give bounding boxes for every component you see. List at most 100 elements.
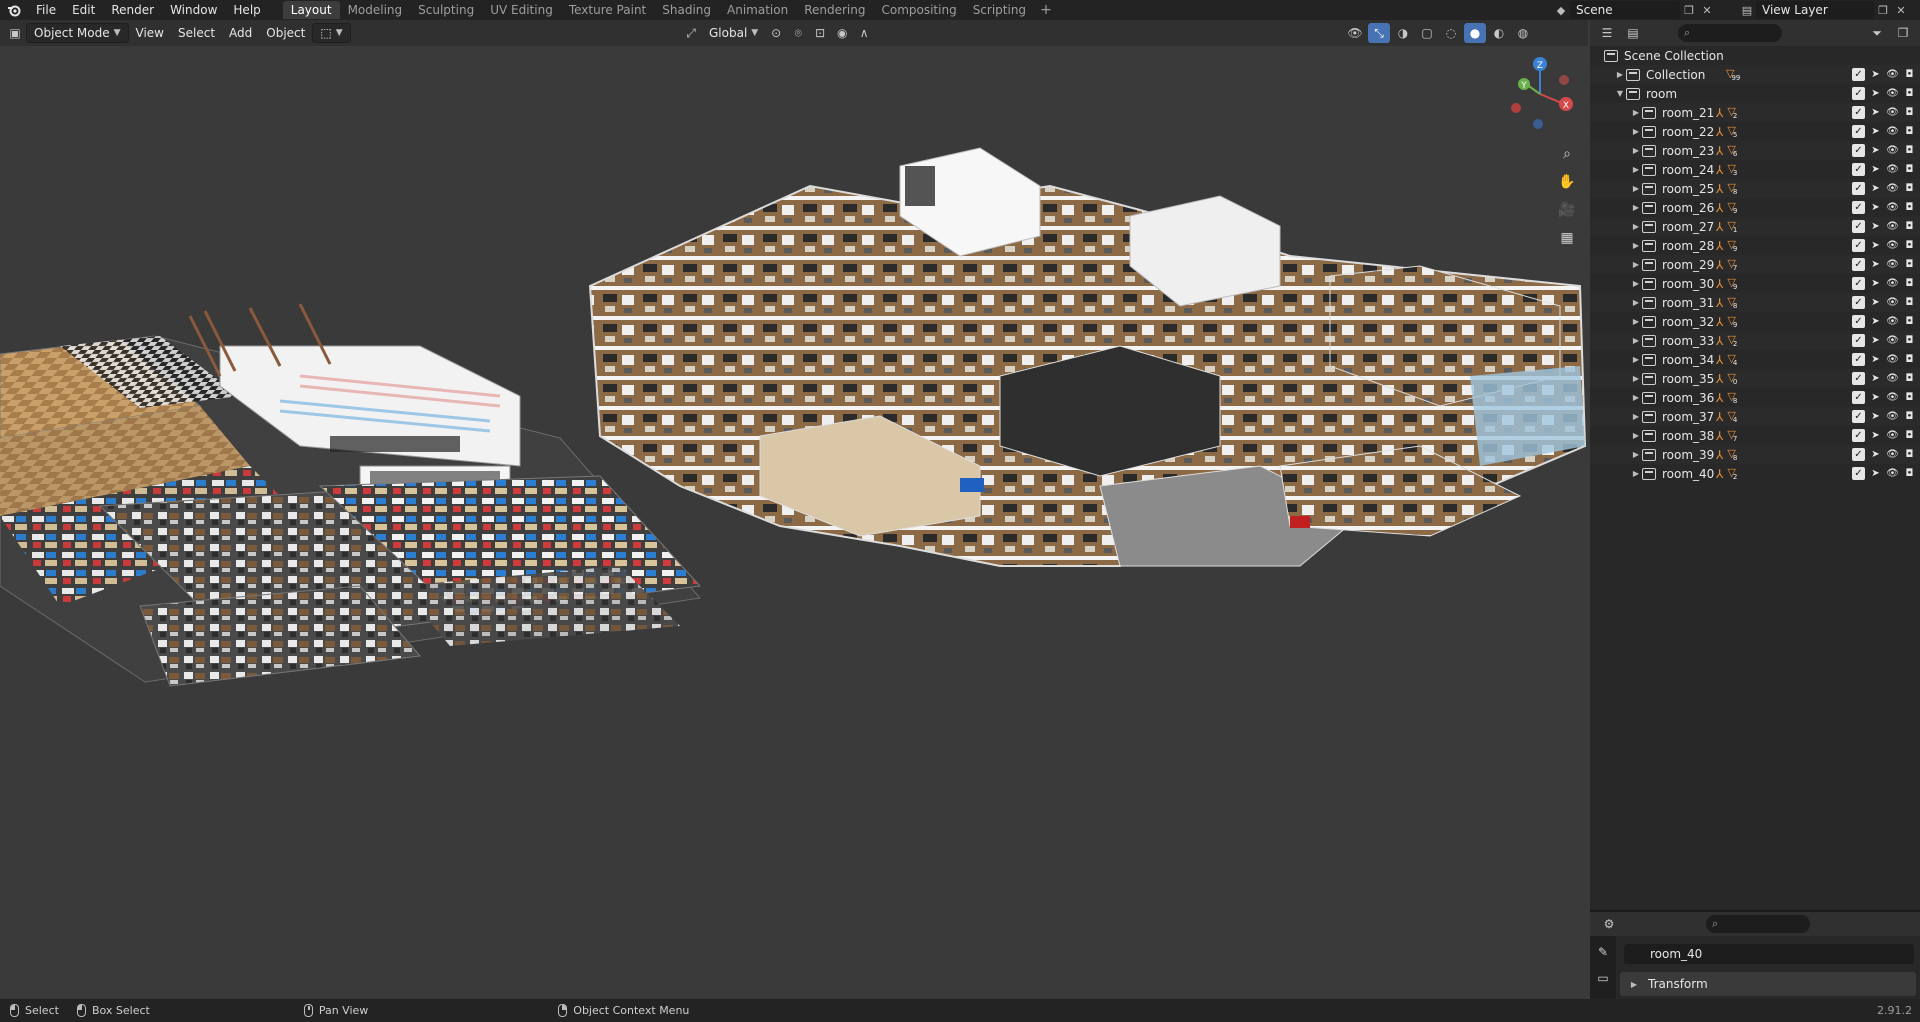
render-tab-icon[interactable]: ▭ xyxy=(1593,968,1613,988)
exclude-checkbox[interactable]: ✓ xyxy=(1852,467,1865,480)
collapse-arrow-icon[interactable]: ▼ xyxy=(1614,89,1626,98)
eye-icon[interactable]: 👁 xyxy=(1886,144,1899,157)
tab-uv-editing[interactable]: UV Editing xyxy=(482,1,561,19)
exclude-checkbox[interactable]: ✓ xyxy=(1852,296,1865,309)
falloff-icon[interactable]: ∧ xyxy=(853,23,875,43)
render-camera-icon[interactable]: ◘ xyxy=(1903,125,1916,138)
expand-arrow-icon[interactable]: ▶ xyxy=(1630,469,1642,478)
selectable-icon[interactable]: ➤ xyxy=(1869,315,1882,328)
eye-icon[interactable]: 👁 xyxy=(1886,448,1899,461)
render-camera-icon[interactable]: ◘ xyxy=(1903,467,1916,480)
eye-icon[interactable]: 👁 xyxy=(1886,429,1899,442)
room-row[interactable]: ▶ room_35 ⅄ ▽0 ✓ ➤ 👁 ◘ xyxy=(1590,369,1920,388)
eye-icon[interactable]: 👁 xyxy=(1886,201,1899,214)
selectable-icon[interactable]: ➤ xyxy=(1869,296,1882,309)
eye-icon[interactable]: 👁 xyxy=(1886,182,1899,195)
expand-arrow-icon[interactable]: ▶ xyxy=(1630,108,1642,117)
selectable-icon[interactable]: ➤ xyxy=(1869,353,1882,366)
room-row[interactable]: ▶ room_33 ⅄ ▽2 ✓ ➤ 👁 ◘ xyxy=(1590,331,1920,350)
tab-texture-paint[interactable]: Texture Paint xyxy=(561,1,654,19)
expand-arrow-icon[interactable]: ▶ xyxy=(1630,279,1642,288)
exclude-checkbox[interactable]: ✓ xyxy=(1852,334,1865,347)
visibility-icon[interactable]: 👁 xyxy=(1344,23,1366,43)
room-row[interactable]: ▶ room_27 ⅄ ▽1 ✓ ➤ 👁 ◘ xyxy=(1590,217,1920,236)
menu-help[interactable]: Help xyxy=(225,0,268,20)
render-camera-icon[interactable]: ◘ xyxy=(1903,448,1916,461)
tab-layout[interactable]: Layout xyxy=(282,1,340,19)
selectable-icon[interactable]: ➤ xyxy=(1869,372,1882,385)
render-camera-icon[interactable]: ◘ xyxy=(1903,391,1916,404)
navigation-gizmo[interactable]: Z X Y xyxy=(1502,54,1578,130)
material-shading-icon[interactable]: ◐ xyxy=(1488,23,1510,43)
rendered-shading-icon[interactable]: ◍ xyxy=(1512,23,1534,43)
exclude-checkbox[interactable]: ✓ xyxy=(1852,277,1865,290)
menu-edit[interactable]: Edit xyxy=(64,0,103,20)
new-collection-icon[interactable]: ❐ xyxy=(1892,23,1914,43)
editor-type-icon[interactable]: ▣ xyxy=(4,23,26,43)
render-camera-icon[interactable]: ◘ xyxy=(1903,163,1916,176)
selectable-icon[interactable]: ➤ xyxy=(1869,410,1882,423)
exclude-checkbox[interactable]: ✓ xyxy=(1852,163,1865,176)
selectable-icon[interactable]: ➤ xyxy=(1869,68,1882,81)
3d-viewport[interactable]: Z X Y ⌕ ✋ 🎥 ▦ xyxy=(0,46,1588,999)
selectable-icon[interactable]: ➤ xyxy=(1869,239,1882,252)
render-camera-icon[interactable]: ◘ xyxy=(1903,87,1916,100)
room-row[interactable]: ▶ room_36 ⅄ ▽8 ✓ ➤ 👁 ◘ xyxy=(1590,388,1920,407)
expand-arrow-icon[interactable]: ▶ xyxy=(1630,336,1642,345)
menu-window[interactable]: Window xyxy=(162,0,225,20)
render-camera-icon[interactable]: ◘ xyxy=(1903,334,1916,347)
render-camera-icon[interactable]: ◘ xyxy=(1903,353,1916,366)
delete-view-layer-icon[interactable]: ✕ xyxy=(1892,1,1910,19)
tab-compositing[interactable]: Compositing xyxy=(873,1,964,19)
selectable-icon[interactable]: ➤ xyxy=(1869,106,1882,119)
menu-render[interactable]: Render xyxy=(103,0,162,20)
display-mode-icon[interactable]: ▤ xyxy=(1622,23,1644,43)
exclude-checkbox[interactable]: ✓ xyxy=(1852,87,1865,100)
expand-arrow-icon[interactable]: ▶ xyxy=(1630,374,1642,383)
delete-scene-icon[interactable]: ✕ xyxy=(1698,1,1716,19)
expand-arrow-icon[interactable]: ▶ xyxy=(1630,260,1642,269)
tab-rendering[interactable]: Rendering xyxy=(796,1,873,19)
tool-tab-icon[interactable]: ✎ xyxy=(1593,942,1613,962)
proportional-edit-icon[interactable]: ◉ xyxy=(831,23,853,43)
expand-arrow-icon[interactable]: ▶ xyxy=(1630,355,1642,364)
scene-name-field[interactable]: Scene xyxy=(1570,1,1680,19)
room-row[interactable]: ▶ room_29 ⅄ ▽7 ✓ ➤ 👁 ◘ xyxy=(1590,255,1920,274)
render-camera-icon[interactable]: ◘ xyxy=(1903,182,1916,195)
exclude-checkbox[interactable]: ✓ xyxy=(1852,144,1865,157)
render-camera-icon[interactable]: ◘ xyxy=(1903,201,1916,214)
view-layer-icon[interactable]: ▤ xyxy=(1738,1,1756,19)
room-row[interactable]: ▶ room_30 ⅄ ▽9 ✓ ➤ 👁 ◘ xyxy=(1590,274,1920,293)
pivot-point-icon[interactable]: ⊙ xyxy=(765,23,787,43)
new-view-layer-icon[interactable]: ❐ xyxy=(1874,1,1892,19)
eye-icon[interactable]: 👁 xyxy=(1886,296,1899,309)
properties-search-input[interactable]: ⌕ xyxy=(1706,915,1810,933)
expand-arrow-icon[interactable]: ▶ xyxy=(1630,203,1642,212)
exclude-checkbox[interactable]: ✓ xyxy=(1852,448,1865,461)
exclude-checkbox[interactable]: ✓ xyxy=(1852,258,1865,271)
expand-arrow-icon[interactable]: ▶ xyxy=(1630,412,1642,421)
exclude-checkbox[interactable]: ✓ xyxy=(1852,239,1865,252)
scene-icon[interactable]: ◆ xyxy=(1552,1,1570,19)
object-name-field[interactable]: room_40 xyxy=(1624,944,1914,964)
mode-dropdown[interactable]: Object Mode ▼ xyxy=(26,23,129,43)
eye-icon[interactable]: 👁 xyxy=(1886,372,1899,385)
scene-collection-row[interactable]: Scene Collection xyxy=(1590,46,1920,65)
properties-editor-type-icon[interactable]: ⚙ xyxy=(1598,914,1620,934)
eye-icon[interactable]: 👁 xyxy=(1886,68,1899,81)
room-row[interactable]: ▶ room_37 ⅄ ▽4 ✓ ➤ 👁 ◘ xyxy=(1590,407,1920,426)
render-camera-icon[interactable]: ◘ xyxy=(1903,429,1916,442)
new-scene-icon[interactable]: ❐ xyxy=(1680,1,1698,19)
zoom-icon[interactable]: ⌕ xyxy=(1555,142,1579,166)
eye-icon[interactable]: 👁 xyxy=(1886,239,1899,252)
selectable-icon[interactable]: ➤ xyxy=(1869,144,1882,157)
selectable-icon[interactable]: ➤ xyxy=(1869,429,1882,442)
blender-logo-icon[interactable] xyxy=(0,0,28,20)
eye-icon[interactable]: 👁 xyxy=(1886,277,1899,290)
expand-arrow-icon[interactable]: ▶ xyxy=(1630,146,1642,155)
exclude-checkbox[interactable]: ✓ xyxy=(1852,125,1865,138)
room-row[interactable]: ▶ room_40 ⅄ ▽2 ✓ ➤ 👁 ◘ xyxy=(1590,464,1920,483)
eye-icon[interactable]: 👁 xyxy=(1886,163,1899,176)
menu-view[interactable]: View xyxy=(129,23,171,43)
select-mode-dropdown[interactable]: ⬚ ▼ xyxy=(312,23,351,43)
